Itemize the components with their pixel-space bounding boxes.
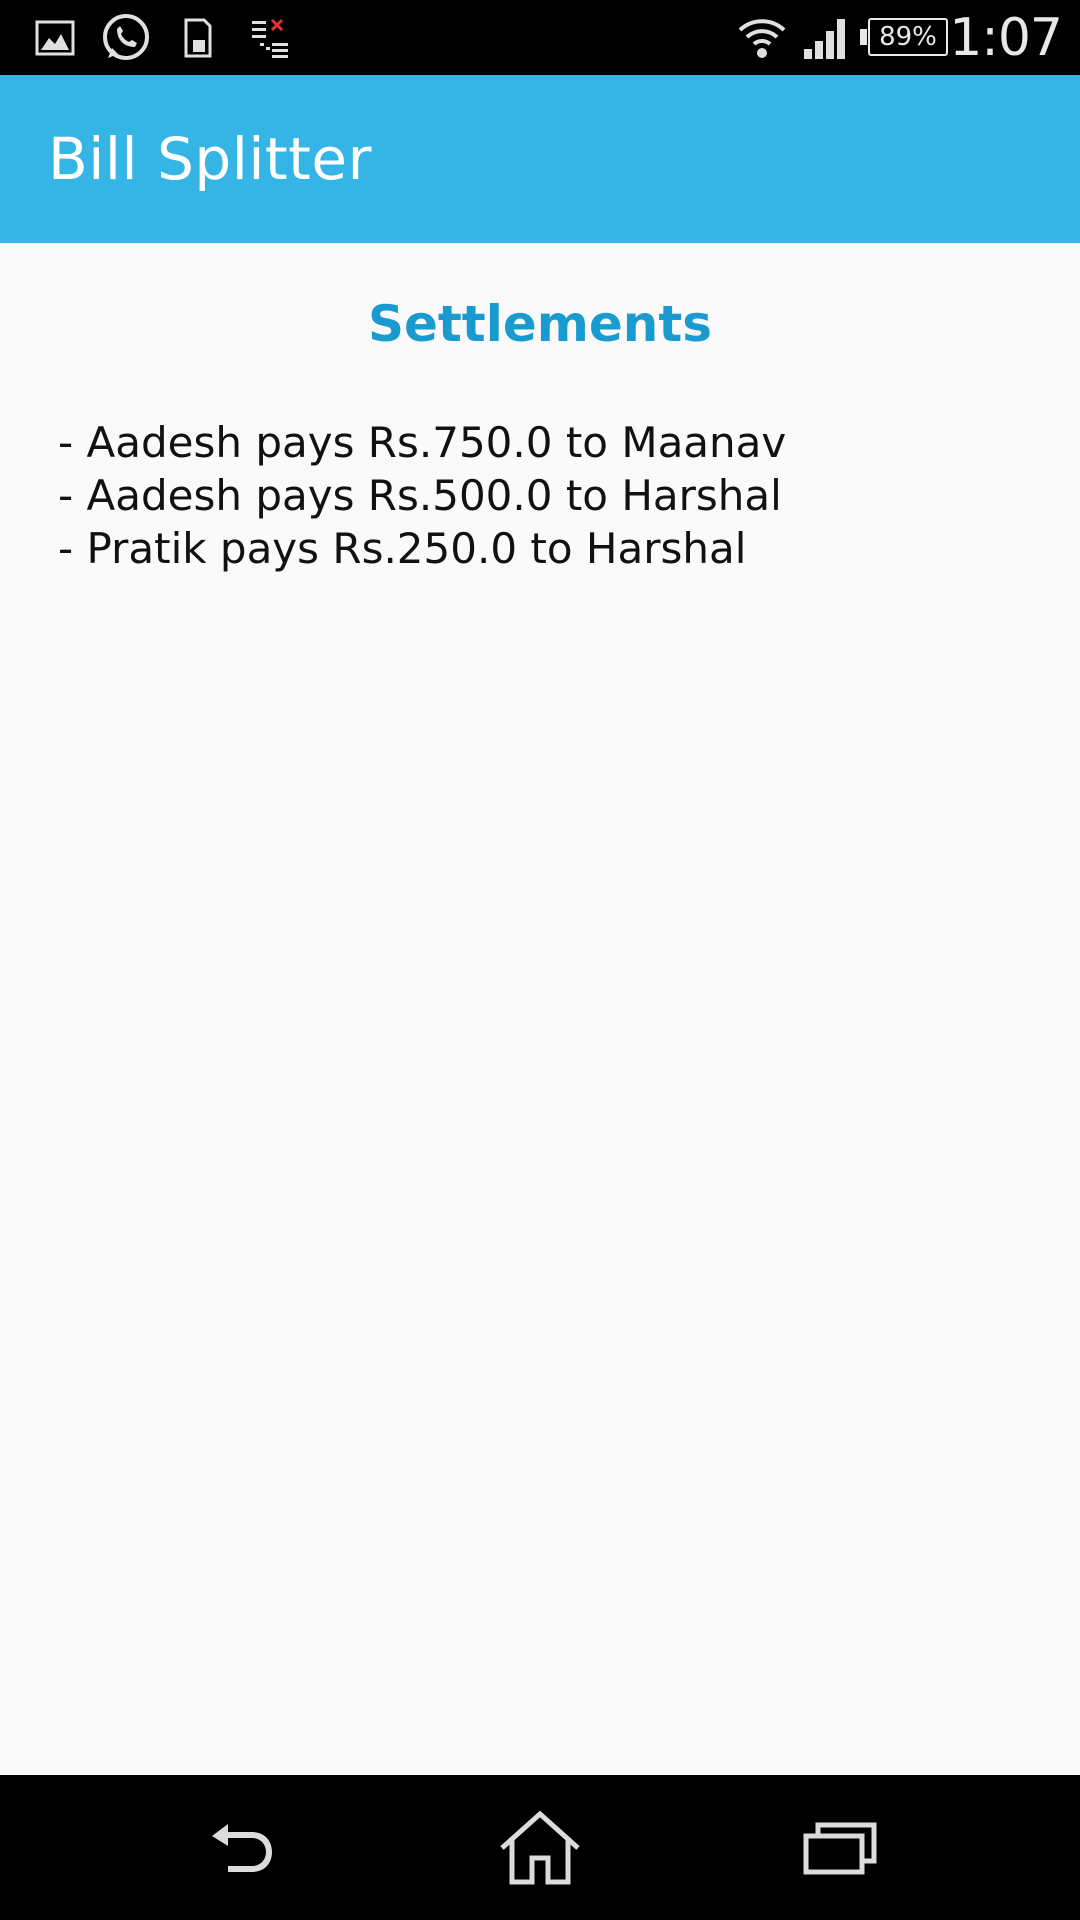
home-button[interactable]	[460, 1775, 620, 1920]
whatsapp-icon	[98, 0, 154, 75]
wifi-icon	[736, 0, 788, 75]
sd-card-icon	[180, 0, 216, 75]
battery-percent: 89%	[879, 22, 937, 52]
back-button[interactable]	[162, 1775, 322, 1920]
battery-icon: 89%	[860, 18, 948, 56]
home-icon	[500, 1810, 580, 1884]
image-icon	[30, 0, 80, 75]
nav-bar	[0, 1775, 1080, 1920]
recents-icon	[803, 1822, 877, 1874]
list-item: - Aadesh pays Rs.500.0 to Harshal	[58, 471, 782, 520]
status-bar: 89% 1:07	[0, 0, 1080, 75]
sync-error-icon	[248, 0, 292, 75]
settlement-list: - Aadesh pays Rs.750.0 to Maanav - Aades…	[58, 416, 786, 575]
main-content: Settlements - Aadesh pays Rs.750.0 to Ma…	[0, 243, 1080, 1775]
list-item: - Aadesh pays Rs.750.0 to Maanav	[58, 418, 787, 467]
clock: 1:07	[949, 8, 1063, 68]
app-title: Bill Splitter	[48, 125, 372, 193]
page-title: Settlements	[367, 295, 713, 353]
back-icon	[212, 1823, 272, 1872]
app-bar: Bill Splitter	[0, 75, 1080, 243]
cell-signal-icon	[800, 0, 852, 75]
list-item: - Pratik pays Rs.250.0 to Harshal	[58, 524, 747, 573]
recents-button[interactable]	[760, 1775, 920, 1920]
